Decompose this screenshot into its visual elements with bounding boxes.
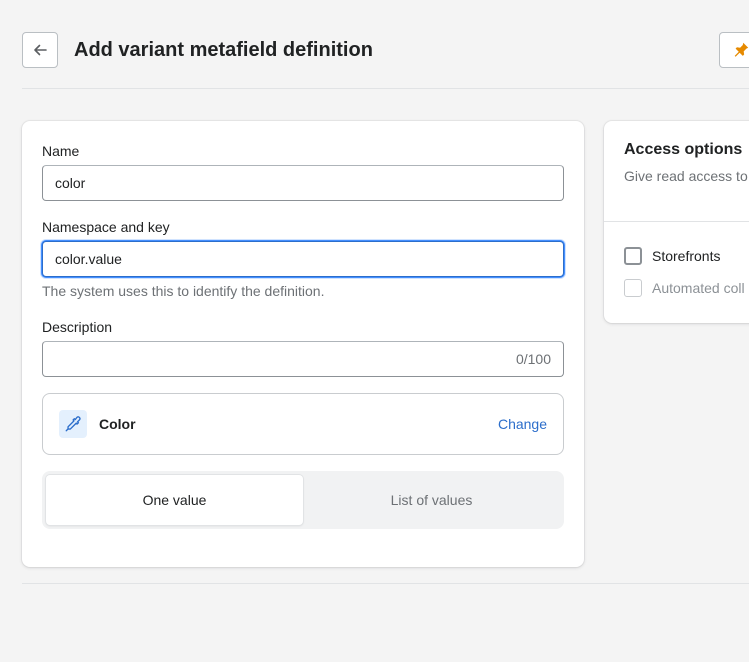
character-counter: 0/100: [515, 351, 551, 367]
access-options-title: Access options: [624, 141, 743, 158]
description-label: Description: [42, 319, 113, 335]
namespace-help-text: The system uses this to identify the def…: [42, 283, 325, 299]
change-type-link[interactable]: Change: [498, 416, 547, 432]
storefronts-option[interactable]: Storefronts: [624, 247, 720, 265]
automated-collections-option: Automated coll: [624, 279, 745, 297]
namespace-key-input[interactable]: color.value: [42, 241, 564, 277]
name-input[interactable]: color: [42, 165, 564, 201]
list-of-values-option[interactable]: List of values: [303, 475, 560, 525]
access-options-description: Give read access to options.: [624, 168, 749, 184]
description-input[interactable]: 0/100: [42, 341, 564, 377]
bottom-divider: [22, 583, 749, 584]
page-title: Add variant metafield definition: [74, 39, 373, 61]
one-value-option[interactable]: One value: [46, 475, 303, 525]
name-input-value: color: [55, 175, 86, 191]
page: Add variant metafield definition Name co…: [0, 0, 749, 662]
header-divider: [22, 88, 749, 89]
definition-form-card: Name color Namespace and key color.value…: [22, 121, 584, 567]
type-name: Color: [99, 416, 136, 432]
access-options-divider: [604, 221, 749, 222]
storefronts-label: Storefronts: [652, 248, 721, 264]
access-options-card: Access options Give read access to optio…: [604, 121, 749, 323]
pin-icon: [734, 42, 749, 57]
metafield-type-box: Color Change: [42, 393, 564, 455]
pin-button[interactable]: [719, 32, 749, 68]
automated-collections-label: Automated coll: [652, 280, 745, 296]
automated-collections-checkbox: [624, 279, 642, 297]
namespace-input-value: color.value: [55, 251, 122, 267]
value-count-selector: One value List of values: [42, 471, 564, 529]
storefronts-checkbox[interactable]: [624, 247, 642, 265]
namespace-label: Namespace and key: [42, 219, 170, 235]
back-button[interactable]: [22, 32, 58, 68]
name-label: Name: [42, 143, 80, 159]
arrow-left-icon: [34, 44, 47, 56]
eyedropper-icon: [65, 416, 81, 432]
type-icon-container: [59, 410, 87, 438]
